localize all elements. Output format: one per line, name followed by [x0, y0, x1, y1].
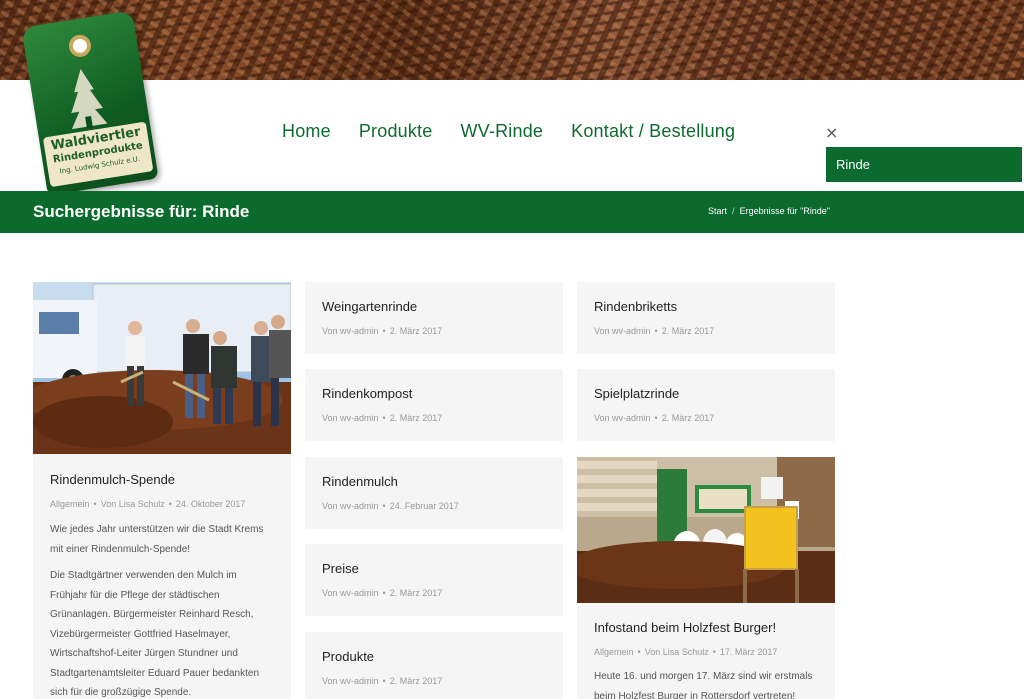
breadcrumb-separator: /	[732, 206, 735, 216]
logo-tag-hole	[67, 33, 93, 59]
post-excerpt-p1: Heute 16. und morgen 17. März sind wir e…	[594, 671, 813, 699]
post-title[interactable]: Rindenkompost	[322, 386, 412, 401]
nav-item-kontakt[interactable]: Kontakt / Bestellung	[571, 121, 735, 142]
post-card-infostand: Infostand beim Holzfest Burger! Allgemei…	[577, 457, 835, 699]
nav-item-produkte[interactable]: Produkte	[359, 121, 433, 142]
post-meta: Von wv-admin • 24. Februar 2017	[322, 501, 459, 511]
post-card-rindenmulch: Rindenmulch Von wv-admin • 24. Februar 201…	[305, 457, 563, 529]
post-date[interactable]: 2. März 2017	[390, 413, 443, 423]
post-date[interactable]: 24. Oktober 2017	[176, 499, 246, 509]
page-title-bar: Suchergebnisse für: Rinde Start / Ergebn…	[0, 191, 1024, 233]
post-card-spielplatzrinde: Spielplatzrinde Von wv-admin • 2. März 201…	[577, 369, 835, 441]
post-author[interactable]: Von wv-admin	[594, 413, 651, 423]
post-date[interactable]: 2. März 2017	[390, 588, 443, 598]
nav-item-home[interactable]: Home	[282, 121, 331, 142]
post-title[interactable]: Infostand beim Holzfest Burger!	[594, 620, 776, 635]
post-card-rindenmulch-spende: Rindenmulch-Spende Allgemein • Von Lisa Sc…	[33, 282, 291, 699]
post-author[interactable]: Von wv-admin	[322, 588, 379, 598]
post-author[interactable]: Von wv-admin	[322, 501, 379, 511]
post-excerpt-p1: Wie jedes Jahr unterstützen wir die Stad…	[50, 524, 264, 555]
post-meta: Von wv-admin • 2. März 2017	[594, 326, 715, 336]
post-date[interactable]: 2. März 2017	[390, 326, 443, 336]
main-nav: Home Produkte WV-Rinde Kontakt / Bestell…	[282, 121, 763, 142]
post-author[interactable]: Von Lisa Schulz	[101, 499, 165, 509]
post-card-rindenbriketts: Rindenbriketts Von wv-admin • 2. März 2017	[577, 282, 835, 354]
post-meta: Von wv-admin • 2. März 2017	[322, 588, 443, 598]
post-excerpt-p2: Die Stadtgärtner verwenden den Mulch im …	[50, 570, 260, 698]
post-title[interactable]: Rindenmulch	[322, 474, 398, 489]
post-author[interactable]: Von wv-admin	[322, 326, 379, 336]
post-date[interactable]: 2. März 2017	[662, 413, 715, 423]
post-meta: Allgemein • Von Lisa Schulz • 17. März 2017	[594, 647, 778, 657]
site-logo[interactable]: Waldviertler Rindenprodukte Ing. Ludwig …	[21, 8, 160, 196]
post-title[interactable]: Preise	[322, 561, 359, 576]
post-date[interactable]: 24. Februar 2017	[390, 501, 459, 511]
post-meta: Von wv-admin • 2. März 2017	[594, 413, 715, 423]
tree-figure-icon	[71, 69, 108, 130]
post-date[interactable]: 2. März 2017	[662, 326, 715, 336]
post-category[interactable]: Allgemein	[594, 647, 634, 657]
breadcrumb: Start / Ergebnisse für "Rinde"	[708, 206, 830, 216]
post-meta: Von wv-admin • 2. März 2017	[322, 413, 443, 423]
post-category[interactable]: Allgemein	[50, 499, 90, 509]
post-date[interactable]: 17. März 2017	[720, 647, 778, 657]
post-card-preise: Preise Von wv-admin • 2. März 2017	[305, 544, 563, 616]
page-title: Suchergebnisse für: Rinde	[33, 202, 250, 221]
post-meta: Allgemein • Von Lisa Schulz • 24. Oktober 20…	[50, 499, 246, 509]
post-image-mulch-donation[interactable]	[33, 282, 291, 454]
post-title[interactable]: Spielplatzrinde	[594, 386, 679, 401]
nav-item-wv-rinde[interactable]: WV-Rinde	[460, 121, 543, 142]
post-card-produkte: Produkte Von wv-admin • 2. März 2017	[305, 632, 563, 699]
post-title[interactable]: Rindenmulch-Spende	[50, 472, 175, 487]
post-card-weingartenrinde: Weingartenrinde Von wv-admin • 2. März 201…	[305, 282, 563, 354]
post-author[interactable]: Von Lisa Schulz	[645, 647, 709, 657]
post-author[interactable]: Von wv-admin	[322, 413, 379, 423]
post-author[interactable]: Von wv-admin	[594, 326, 651, 336]
logo-tag: Waldviertler Rindenprodukte Ing. Ludwig …	[21, 10, 159, 196]
post-meta: Von wv-admin • 2. März 2017	[322, 676, 443, 686]
breadcrumb-start[interactable]: Start	[708, 206, 727, 216]
post-author[interactable]: Von wv-admin	[322, 676, 379, 686]
close-search-icon[interactable]: ×	[825, 124, 839, 142]
post-image-infostand[interactable]	[577, 457, 835, 603]
post-card-rindenkompost: Rindenkompost Von wv-admin • 2. März 2017	[305, 369, 563, 441]
search-input[interactable]	[826, 147, 1022, 182]
breadcrumb-current: Ergebnisse für "Rinde"	[739, 206, 830, 216]
post-meta: Von wv-admin • 2. März 2017	[322, 326, 443, 336]
post-title[interactable]: Weingartenrinde	[322, 299, 417, 314]
post-title[interactable]: Rindenbriketts	[594, 299, 677, 314]
post-title[interactable]: Produkte	[322, 649, 374, 664]
post-date[interactable]: 2. März 2017	[390, 676, 443, 686]
